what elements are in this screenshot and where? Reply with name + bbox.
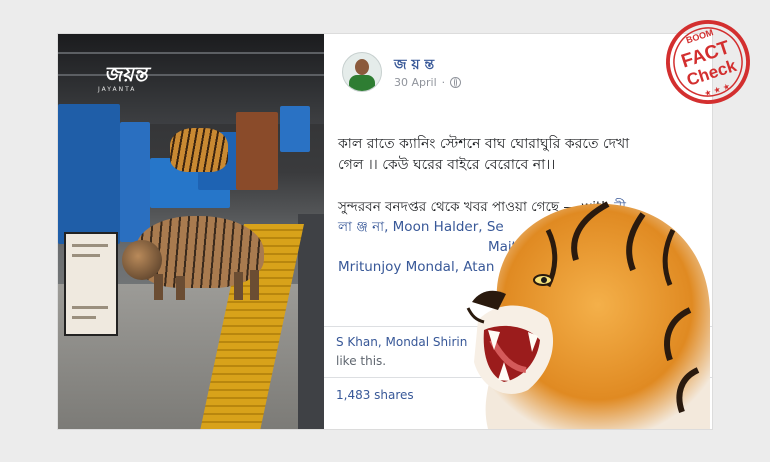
- tiger-leg: [154, 274, 163, 300]
- reactions-names[interactable]: S Khan, Mondal Shirin: [336, 335, 467, 349]
- blue-bin: [120, 122, 150, 242]
- tiger-leg: [176, 276, 185, 300]
- station-photo: জয়ন্ত JAYANTA: [58, 34, 324, 429]
- roaring-tiger-illustration: [466, 201, 710, 429]
- photographer-logo-sub: JAYANTA: [98, 86, 137, 93]
- station-poster: [64, 232, 118, 336]
- blue-bin: [58, 104, 120, 244]
- avatar-shirt: [349, 75, 375, 91]
- post-date[interactable]: 30 April: [394, 76, 437, 89]
- fact-check-stamp: BOOM FACT Check ★ ★ ★: [666, 20, 750, 104]
- platform-edge: [298, 214, 324, 429]
- brown-cart: [236, 112, 278, 190]
- globe-icon: [450, 77, 462, 88]
- poster-text: [72, 316, 96, 319]
- blue-bin: [280, 106, 310, 152]
- post-text-line: গেল ।। কেউ ঘরের বাইরে বেরোবে না।।: [338, 157, 556, 173]
- tagged-user[interactable]: লা ঞ্জ না: [338, 219, 384, 235]
- post-text: কাল রাতে ক্যানিং স্টেশনে বাঘ ঘোরাঘুরি কর…: [338, 134, 690, 176]
- poster-text: [72, 254, 100, 257]
- poster-text: [72, 306, 108, 309]
- reactions-suffix: like this.: [336, 354, 387, 368]
- roof-beam: [58, 74, 324, 76]
- avatar[interactable]: [342, 52, 382, 92]
- tiger-leg: [234, 272, 243, 300]
- post-meta: 30 April ·: [394, 76, 462, 89]
- post-text-line: কাল রাতে ক্যানিং স্টেশনে বাঘ ঘোরাঘুরি কর…: [338, 136, 630, 152]
- shares-count[interactable]: 1,483 shares: [336, 388, 414, 402]
- tiger-on-bin: [170, 128, 228, 172]
- post-author[interactable]: জ য় ন্ত: [394, 53, 434, 77]
- poster-text: [72, 244, 108, 247]
- roof-beam: [58, 52, 324, 54]
- tiger-leg: [250, 270, 259, 300]
- avatar-face: [355, 59, 369, 75]
